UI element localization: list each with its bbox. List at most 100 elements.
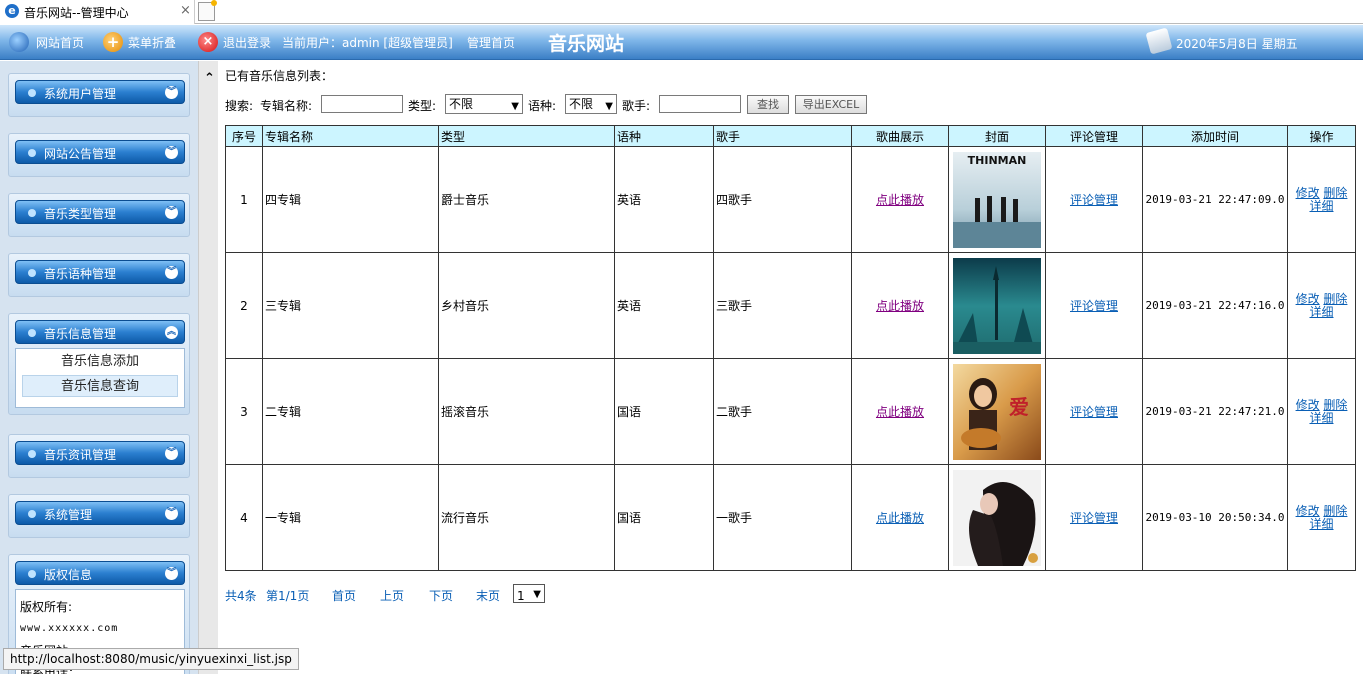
detail-link[interactable]: 详细 xyxy=(1309,411,1333,425)
logout-link[interactable]: 退出登录 xyxy=(223,34,271,51)
edit-link[interactable]: 修改 xyxy=(1296,504,1320,518)
main-content: 已有音乐信息列表： 搜索: 专辑名称: 类型: 不限 ▼ 语种: 不限 ▼ 歌手… xyxy=(219,61,1363,674)
edit-link[interactable]: 修改 xyxy=(1296,186,1320,200)
play-link[interactable]: 点此播放 xyxy=(876,511,924,525)
bullet-icon xyxy=(28,89,36,97)
cell-language: 国语 xyxy=(614,464,714,571)
play-link[interactable]: 点此播放 xyxy=(876,193,924,207)
pager-last-link[interactable]: 末页 xyxy=(476,587,500,604)
delete-link[interactable]: 删除 xyxy=(1323,292,1347,306)
play-link[interactable]: 点此播放 xyxy=(876,299,924,313)
new-tab-icon[interactable] xyxy=(198,0,217,21)
table-header-row: 序号 专辑名称 类型 语种 歌手 歌曲展示 封面 评论管理 添加时间 操作 xyxy=(225,125,1356,147)
album-cover-image[interactable]: 爱 xyxy=(953,363,1041,460)
type-select[interactable]: 不限 ▼ xyxy=(445,94,523,114)
admin-home-link[interactable]: 管理首页 xyxy=(467,34,515,51)
cell-singer: 三歌手 xyxy=(713,252,852,359)
sidebar-header-music-languages[interactable]: 音乐语种管理 ︾ xyxy=(15,260,185,284)
album-name-input[interactable] xyxy=(321,95,403,113)
cell-actions: 修改 删除 详细 xyxy=(1287,252,1356,359)
cell-comment: 评论管理 xyxy=(1045,464,1143,571)
sidebar-header-system[interactable]: 系统管理 ︾ xyxy=(15,501,185,525)
cell-time: 2019-03-21 22:47:21.0 xyxy=(1142,358,1288,465)
cell-no: 2 xyxy=(225,252,263,359)
sidebar-label: 网站公告管理 xyxy=(44,147,117,161)
singer-input[interactable] xyxy=(659,95,741,113)
chevron-down-icon: ▼ xyxy=(605,101,613,112)
detail-link[interactable]: 详细 xyxy=(1309,199,1333,213)
bullet-icon xyxy=(28,149,36,157)
album-cover-image[interactable]: THINMAN xyxy=(953,151,1041,248)
delete-link[interactable]: 删除 xyxy=(1323,186,1347,200)
chevron-up-icon[interactable]: ⌃ xyxy=(204,71,215,86)
sidebar-group-system-users: 系统用户管理 ︾ xyxy=(8,73,190,117)
sidebar-item-music-query[interactable]: 音乐信息查询 xyxy=(22,375,178,397)
sidebar-splitter[interactable]: ⌃ xyxy=(198,61,218,674)
cell-type: 爵士音乐 xyxy=(438,146,615,253)
current-user-label: 当前用户：admin [超级管理员] xyxy=(282,36,453,50)
cell-singer: 一歌手 xyxy=(713,464,852,571)
album-cover-image[interactable] xyxy=(953,257,1041,354)
cell-language: 国语 xyxy=(614,358,714,465)
sidebar-header-music-info[interactable]: 音乐信息管理 ︽ xyxy=(15,320,185,344)
pager-total: 共4条 xyxy=(225,589,257,603)
bullet-icon xyxy=(28,269,36,277)
cell-album: 二专辑 xyxy=(262,358,439,465)
comment-manage-link[interactable]: 评论管理 xyxy=(1070,405,1118,419)
sidebar-header-music-types[interactable]: 音乐类型管理 ︾ xyxy=(15,200,185,224)
sidebar-label: 版权信息 xyxy=(44,568,93,582)
pager-next-link[interactable]: 下页 xyxy=(429,587,453,604)
music-table: 序号 专辑名称 类型 语种 歌手 歌曲展示 封面 评论管理 添加时间 操作 1 … xyxy=(225,125,1356,571)
chevron-down-icon: ︾ xyxy=(165,206,178,219)
cell-cover: THINMAN xyxy=(948,146,1046,253)
menu-collapse-link[interactable]: 菜单折叠 xyxy=(128,34,176,51)
page-select[interactable]: 1 ▼ xyxy=(513,584,545,603)
pager-page-info: 第1/1页 xyxy=(266,589,310,603)
cell-actions: 修改 删除 详细 xyxy=(1287,358,1356,465)
sidebar-header-copyright[interactable]: 版权信息 ︾ xyxy=(15,561,185,585)
sidebar-header-system-users[interactable]: 系统用户管理 ︾ xyxy=(15,80,185,104)
detail-link[interactable]: 详细 xyxy=(1309,305,1333,319)
comment-manage-link[interactable]: 评论管理 xyxy=(1070,511,1118,525)
column-header: 语种 xyxy=(614,125,714,147)
sidebar-header-music-news[interactable]: 音乐资讯管理 ︾ xyxy=(15,441,185,465)
detail-link[interactable]: 详细 xyxy=(1309,517,1333,531)
table-row: 3 二专辑 摇滚音乐 国语 二歌手 点此播放 爱 评论管理 2019-03-21… xyxy=(225,358,1356,465)
edit-link[interactable]: 修改 xyxy=(1296,398,1320,412)
table-row: 1 四专辑 爵士音乐 英语 四歌手 点此播放 THINMAN 评论管理 2019… xyxy=(225,146,1356,253)
chevron-down-icon: ︾ xyxy=(165,266,178,279)
list-title: 已有音乐信息列表： xyxy=(225,69,334,83)
plus-icon[interactable] xyxy=(103,32,123,52)
sidebar-group-music-types: 音乐类型管理 ︾ xyxy=(8,193,190,237)
browser-tab[interactable]: e 音乐网站--管理中心 × xyxy=(0,0,195,24)
cell-type: 乡村音乐 xyxy=(438,252,615,359)
search-button[interactable]: 查找 xyxy=(747,95,789,114)
language-select[interactable]: 不限 ▼ xyxy=(565,94,617,114)
pager-prev-link[interactable]: 上页 xyxy=(380,587,404,604)
exit-icon[interactable]: × xyxy=(198,32,218,52)
chevron-down-icon: ▼ xyxy=(533,589,541,600)
cell-time: 2019-03-21 22:47:09.0 xyxy=(1142,146,1288,253)
play-link[interactable]: 点此播放 xyxy=(876,405,924,419)
sidebar-group-music-info: 音乐信息管理 ︽ 音乐信息添加 音乐信息查询 xyxy=(8,313,190,415)
album-cover-image[interactable] xyxy=(953,469,1041,566)
close-icon[interactable]: × xyxy=(180,3,191,18)
cell-no: 4 xyxy=(225,464,263,571)
column-header: 操作 xyxy=(1287,125,1356,147)
edit-link[interactable]: 修改 xyxy=(1296,292,1320,306)
site-home-link[interactable]: 网站首页 xyxy=(36,34,84,51)
comment-manage-link[interactable]: 评论管理 xyxy=(1070,299,1118,313)
sidebar-label: 音乐语种管理 xyxy=(44,267,117,281)
pager-first-link[interactable]: 首页 xyxy=(332,587,356,604)
delete-link[interactable]: 删除 xyxy=(1323,504,1347,518)
globe-icon[interactable] xyxy=(9,32,29,52)
comment-manage-link[interactable]: 评论管理 xyxy=(1070,193,1118,207)
cell-comment: 评论管理 xyxy=(1045,146,1143,253)
sidebar-item-music-add[interactable]: 音乐信息添加 xyxy=(22,351,178,373)
delete-link[interactable]: 删除 xyxy=(1323,398,1347,412)
export-excel-button[interactable]: 导出EXCEL xyxy=(795,95,867,114)
sidebar-submenu: 音乐信息添加 音乐信息查询 xyxy=(15,348,185,408)
column-header: 类型 xyxy=(438,125,615,147)
sidebar-header-announcements[interactable]: 网站公告管理 ︾ xyxy=(15,140,185,164)
browser-tab-strip: e 音乐网站--管理中心 × xyxy=(0,0,1363,24)
